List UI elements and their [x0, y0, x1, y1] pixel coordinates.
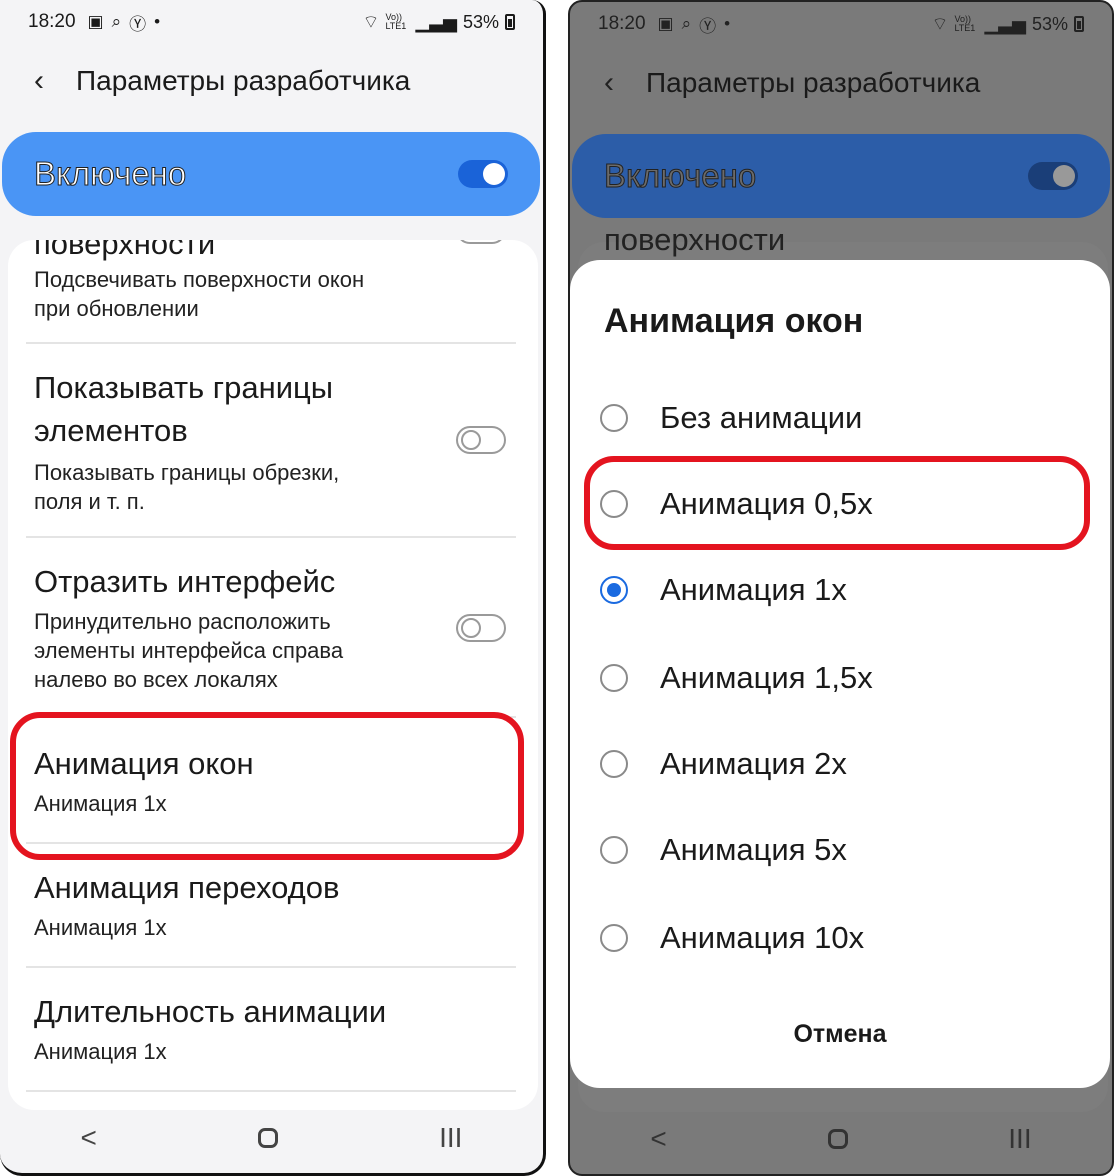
- item-subtitle: Показывать границы обрезки,: [34, 460, 340, 485]
- option-label: Анимация 5x: [660, 832, 847, 867]
- red-highlight-frame: [584, 456, 1090, 550]
- search-icon: ⌕: [111, 12, 122, 31]
- image-icon: ▣: [87, 12, 104, 31]
- item-subtitle: Анимация 1x: [34, 1039, 167, 1064]
- image-icon: ▣: [657, 14, 674, 33]
- network-label: Vo)) LTE1: [385, 12, 407, 31]
- status-bar: 18:20 ▣ ⌕ Ⓨ • ⌔ Vo)) LTE1 ▁▃▅ 53%: [0, 0, 543, 44]
- option-animation-1-5x[interactable]: Анимация 1,5x: [600, 648, 873, 708]
- dialog-title: Анимация окон: [604, 302, 864, 340]
- dialog-screen: 18:20 ▣ ⌕ Ⓨ • ⌔ Vo)) LTE1 ▁▃▅ 53% ‹ Пара…: [568, 0, 1114, 1176]
- option-animation-1x[interactable]: Анимация 1x: [600, 560, 847, 620]
- master-toggle[interactable]: [458, 160, 508, 188]
- nav-home-icon[interactable]: [258, 1128, 278, 1148]
- signal-icon: ▁▃▅: [415, 11, 457, 32]
- network-label: Vo)) LTE1: [954, 14, 976, 33]
- nav-back-icon[interactable]: <: [81, 1122, 97, 1154]
- settings-screen: 18:20 ▣ ⌕ Ⓨ • ⌔ Vo)) LTE1 ▁▃▅ 53% ‹ Пара…: [0, 0, 546, 1176]
- radio-button[interactable]: [600, 924, 628, 952]
- wifi-icon: ⌔: [362, 11, 380, 32]
- battery-percent: 53%: [1031, 13, 1068, 34]
- developer-options-master-switch: Включено: [572, 134, 1110, 218]
- wifi-icon: ⌔: [931, 13, 949, 34]
- yandex-icon: Ⓨ: [129, 14, 147, 34]
- item-subtitle: при обновлении: [34, 296, 199, 321]
- item-subtitle: Анимация 1x: [34, 915, 167, 940]
- radio-button[interactable]: [600, 836, 628, 864]
- item-title: Показывать границы: [34, 370, 334, 405]
- search-icon: ⌕: [681, 14, 692, 33]
- battery-icon: [1074, 16, 1084, 32]
- radio-button[interactable]: [600, 664, 628, 692]
- list-item-animation-duration[interactable]: Длительность анимации Анимация 1x: [8, 990, 538, 1066]
- signal-icon: ▁▃▅: [984, 13, 1026, 34]
- option-animation-2x[interactable]: Анимация 2x: [600, 734, 847, 794]
- list-item-transition-animation[interactable]: Анимация переходов Анимация 1x: [8, 866, 538, 942]
- nav-home-icon[interactable]: [827, 1129, 848, 1149]
- navigation-bar: < III: [0, 1103, 543, 1173]
- app-header: ‹ Параметры разработчика: [570, 52, 1112, 114]
- cancel-button[interactable]: Отмена: [570, 1020, 1110, 1049]
- battery-percent: 53%: [462, 11, 499, 32]
- item-subtitle: налево во всех локалях: [34, 667, 278, 692]
- app-header: ‹ Параметры разработчика: [0, 50, 543, 112]
- back-arrow-icon[interactable]: ‹: [34, 64, 74, 98]
- item-subtitle: поля и т. п.: [34, 489, 145, 514]
- status-right: ⌔ Vo)) LTE1 ▁▃▅ 53%: [363, 11, 515, 34]
- item-title: элементов: [34, 413, 188, 448]
- item-subtitle: Принудительно расположить: [34, 609, 331, 634]
- option-no-animation[interactable]: Без анимации: [600, 388, 862, 448]
- option-label: Анимация 10x: [660, 920, 865, 955]
- back-arrow-icon[interactable]: ‹: [604, 66, 644, 100]
- item-title: Анимация переходов: [34, 870, 340, 905]
- option-label: Анимация 2x: [660, 746, 847, 781]
- item-title: Длительность анимации: [34, 994, 387, 1029]
- status-time: 18:20: [28, 11, 76, 32]
- option-label: Анимация 1x: [660, 572, 847, 607]
- item-subtitle: элементы интерфейса справа: [34, 638, 344, 663]
- list-item-rtl-layout[interactable]: Отразить интерфейс Принудительно располо…: [8, 560, 538, 694]
- master-toggle: [1028, 162, 1078, 190]
- radio-button[interactable]: [600, 404, 628, 432]
- page-title: Параметры разработчика: [646, 67, 981, 98]
- dimmed-item-title: поверхности: [604, 222, 786, 257]
- list-item-show-layout-bounds[interactable]: Показывать границы элементов Показывать …: [8, 366, 538, 516]
- dot-icon: •: [724, 14, 731, 33]
- settings-list: поверхности Подсвечивать поверхности око…: [8, 240, 538, 1110]
- nav-recents-icon[interactable]: III: [1008, 1123, 1031, 1155]
- option-label: Анимация 1,5x: [660, 660, 873, 695]
- option-animation-10x[interactable]: Анимация 10x: [600, 908, 864, 968]
- status-bar: 18:20 ▣ ⌕ Ⓨ • ⌔ Vo)) LTE1 ▁▃▅ 53%: [570, 2, 1112, 46]
- developer-options-master-switch[interactable]: Включено: [2, 132, 540, 216]
- item-title: поверхности: [34, 240, 216, 261]
- item-title: Отразить интерфейс: [34, 564, 336, 599]
- nav-recents-icon[interactable]: III: [439, 1122, 462, 1154]
- status-time: 18:20: [598, 13, 646, 34]
- option-label: Без анимации: [660, 400, 863, 435]
- master-switch-label: Включено: [603, 157, 757, 195]
- nav-back-icon[interactable]: <: [650, 1123, 666, 1155]
- red-highlight-frame: [10, 712, 524, 860]
- item-subtitle: Подсвечивать поверхности окон: [34, 267, 365, 292]
- status-right: ⌔ Vo)) LTE1 ▁▃▅ 53%: [932, 13, 1084, 36]
- toggle-switch[interactable]: [456, 426, 506, 454]
- radio-button[interactable]: [600, 750, 628, 778]
- option-animation-5x[interactable]: Анимация 5x: [600, 820, 847, 880]
- navigation-bar: < III: [570, 1104, 1112, 1174]
- dot-icon: •: [154, 12, 161, 31]
- toggle-switch[interactable]: [456, 614, 506, 642]
- yandex-icon: Ⓨ: [699, 16, 717, 36]
- list-item[interactable]: поверхности Подсвечивать поверхности око…: [8, 240, 538, 323]
- page-title: Параметры разработчика: [76, 65, 411, 96]
- radio-button-checked[interactable]: [600, 576, 628, 604]
- master-switch-label: Включено: [33, 155, 187, 193]
- battery-icon: [505, 14, 515, 30]
- window-animation-dialog: Анимация окон Без анимации Анимация 0,5x…: [570, 260, 1110, 1088]
